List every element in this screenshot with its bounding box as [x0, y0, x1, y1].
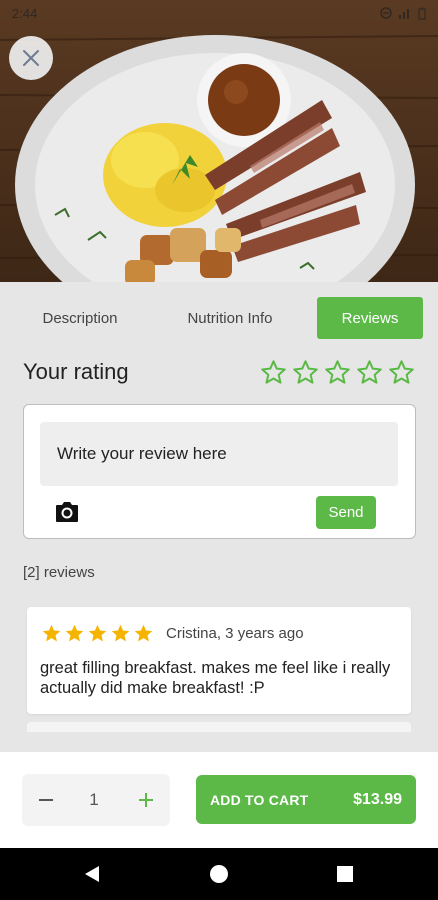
rating-star-4[interactable]: [356, 359, 383, 386]
camera-button[interactable]: [55, 501, 79, 523]
next-review-card-edge: [27, 722, 411, 732]
send-button[interactable]: Send: [316, 496, 376, 529]
rating-row: Your rating: [23, 356, 415, 388]
quantity-value: 1: [89, 790, 99, 809]
tab-nutrition-info[interactable]: Nutrition Info: [170, 297, 290, 339]
review-input[interactable]: Write your review here: [40, 422, 398, 486]
close-icon: [23, 50, 39, 66]
review-stars: [41, 623, 154, 644]
review-author: Cristina, 3 years ago: [166, 625, 304, 642]
plus-icon: [139, 793, 153, 807]
status-icons: [380, 7, 426, 20]
camera-icon: [56, 502, 78, 522]
nav-recent-button[interactable]: [334, 863, 356, 885]
close-button[interactable]: [9, 36, 53, 80]
signal-icon: [399, 9, 409, 19]
rating-star-1[interactable]: [260, 359, 287, 386]
review-card: Cristina, 3 years ago great filling brea…: [27, 607, 411, 714]
add-to-cart-button[interactable]: ADD TO CART $13.99: [196, 775, 416, 824]
increase-quantity-button[interactable]: [134, 774, 158, 826]
tab-description[interactable]: Description: [22, 297, 138, 339]
quantity-stepper: 1: [22, 774, 170, 826]
nav-back-button[interactable]: [81, 863, 103, 885]
review-star-icon: [42, 624, 61, 642]
review-input-placeholder: Write your review here: [57, 444, 227, 463]
rating-stars: [260, 359, 415, 386]
review-star-icon: [65, 624, 84, 642]
status-bar: 2:44: [0, 0, 438, 26]
add-to-cart-label: ADD TO CART: [210, 791, 309, 808]
review-text: great filling breakfast. makes me feel l…: [40, 659, 391, 697]
back-triangle-icon: [85, 866, 99, 882]
battery-icon: [418, 7, 426, 20]
rating-star-2[interactable]: [292, 359, 319, 386]
review-form: Write your review here Send: [23, 404, 416, 539]
status-time: 2:44: [12, 5, 38, 21]
review-star-icon: [134, 624, 153, 642]
review-header: Cristina, 3 years ago: [41, 623, 304, 644]
tab-reviews[interactable]: Reviews: [317, 297, 423, 339]
dnd-icon: [380, 7, 392, 19]
nav-home-button[interactable]: [208, 863, 230, 885]
bottom-bar: 1 ADD TO CART $13.99: [0, 752, 438, 848]
recent-square-icon: [337, 866, 353, 882]
minus-icon: [39, 799, 53, 801]
decrease-quantity-button[interactable]: [34, 774, 58, 826]
home-circle-icon: [210, 865, 228, 883]
review-star-icon: [111, 624, 130, 642]
tab-bar: Description Nutrition Info Reviews: [0, 297, 438, 339]
review-count: [2] reviews: [23, 564, 95, 581]
rating-star-5[interactable]: [388, 359, 415, 386]
review-star-icon: [88, 624, 107, 642]
rating-label: Your rating: [23, 359, 129, 384]
system-nav-bar: [0, 848, 438, 900]
rating-star-3[interactable]: [324, 359, 351, 386]
product-image: [0, 0, 438, 282]
price: $13.99: [353, 790, 402, 808]
